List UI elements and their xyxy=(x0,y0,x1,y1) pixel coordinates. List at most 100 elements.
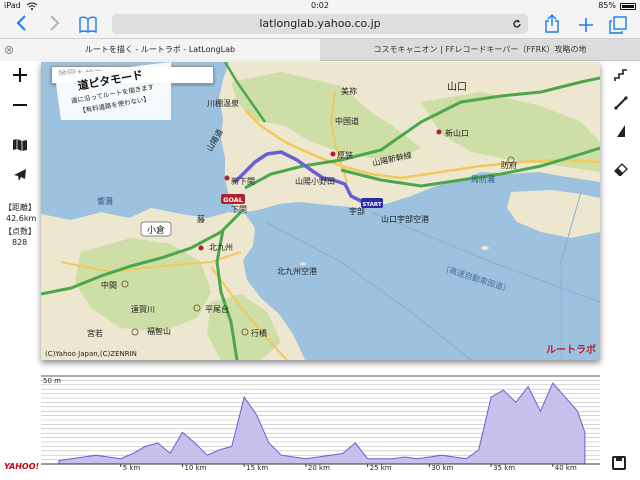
place-label: 中国道 xyxy=(335,116,359,126)
points-label: 【点数】 xyxy=(4,227,36,236)
place-label: 宮若 xyxy=(87,328,103,338)
distance-label: 【距離】 xyxy=(4,203,36,212)
share-icon xyxy=(545,14,559,33)
airplane-button[interactable] xyxy=(8,164,32,186)
place-label: 下関 xyxy=(231,205,247,214)
points-value: 828 xyxy=(12,238,28,247)
road-snap-mode-badge[interactable]: 道ピタモード 道に沿ってルートを描きます 【有料道路を使わない】 xyxy=(41,62,171,120)
place-label: （高速自動車国道） xyxy=(440,262,512,294)
eraser-icon xyxy=(614,163,628,177)
zoom-out-button[interactable] xyxy=(8,94,32,116)
place-label: 北九州空港 xyxy=(277,266,317,276)
ruler-tool-button[interactable] xyxy=(610,92,632,114)
plus-icon xyxy=(13,68,27,82)
forward-button[interactable] xyxy=(42,13,66,37)
place-label: 中間 xyxy=(101,280,117,290)
place-label: 厚狭 xyxy=(337,150,353,160)
x-tick-label: 5 km xyxy=(123,464,141,472)
place-label: 響灘 xyxy=(97,196,113,206)
place-label: 新下関 xyxy=(231,176,255,186)
status-bar: iPad 0:02 85% xyxy=(0,0,640,12)
y-max-label: 50 m xyxy=(43,377,61,385)
map-view[interactable]: GOAL START 川棚温泉 山陽道 美祢 中国道 厚狭 山陽新幹線 山陽小野… xyxy=(41,62,600,360)
ruler-icon xyxy=(614,96,628,110)
x-tick-label: 10 km xyxy=(184,464,206,472)
place-label: 山口宇部空港 xyxy=(381,214,429,224)
x-tick-label: 20 km xyxy=(308,464,330,472)
app-window: iPad 0:02 85% latlonglab.yahoo.co.jp ルート… xyxy=(0,0,640,480)
tab-title: ルートを描く - ルートラボ - LatLongLab xyxy=(84,45,236,54)
wifi-icon xyxy=(27,2,37,10)
plus-icon xyxy=(579,18,593,32)
draw-tool-button[interactable] xyxy=(610,120,632,142)
x-tick-label: 25 km xyxy=(370,464,392,472)
save-button[interactable] xyxy=(612,456,626,470)
elevation-profile[interactable]: 50 m 5 km 10 km 15 km 20 km 25 km 30 km 35 km 40… xyxy=(41,372,600,472)
x-tick-label: 35 km xyxy=(493,464,515,472)
airplane-icon xyxy=(14,169,26,181)
minus-icon xyxy=(13,104,27,106)
place-label: 川棚温泉 xyxy=(207,98,239,108)
tabs-button[interactable] xyxy=(606,13,630,37)
tab-routelab[interactable]: ルートを描く - ルートラボ - LatLongLab xyxy=(0,39,320,61)
close-icon xyxy=(5,46,13,54)
back-button[interactable] xyxy=(10,13,34,37)
city-dot xyxy=(436,129,442,135)
elevation-chart: 50 m 5 km 10 km 15 km 20 km 25 km 30 km 35 km 40… xyxy=(41,375,600,472)
map-type-button[interactable] xyxy=(8,134,32,156)
reload-button[interactable] xyxy=(512,14,522,35)
place-label: 宇部 xyxy=(349,206,365,216)
bookmarks-button[interactable] xyxy=(76,13,100,37)
place-label: 平尾台 xyxy=(205,304,229,314)
goal-marker[interactable]: GOAL xyxy=(221,194,245,204)
place-label: 福智山 xyxy=(147,326,171,336)
chevron-right-icon xyxy=(50,15,60,31)
triangle-icon xyxy=(617,125,625,137)
x-tick-label: 15 km xyxy=(246,464,268,472)
place-label: 北九州 xyxy=(209,243,233,252)
eraser-tool-button[interactable] xyxy=(610,158,632,180)
map-copyright: (C)Yahoo Japan,(C)ZENRIN xyxy=(45,350,137,358)
place-label: 遠賀川 xyxy=(131,304,155,314)
goal-label: GOAL xyxy=(223,196,243,204)
place-label: 小倉 xyxy=(147,224,165,236)
chevron-left-icon xyxy=(16,15,26,31)
tabs-icon xyxy=(609,16,627,34)
left-toolbar: 【距離】 42.6km 【点数】 828 xyxy=(0,62,40,380)
share-button[interactable] xyxy=(540,13,564,37)
battery-fill xyxy=(622,5,634,8)
tab-title: コスモキャニオン | FFレコードキーパー（FFRK）攻略の地 xyxy=(373,45,587,54)
island xyxy=(300,262,306,266)
right-toolbar xyxy=(600,62,640,380)
place-label: 美祢 xyxy=(341,86,357,96)
place-label: 周防灘 xyxy=(471,174,495,184)
place-label: 藤 xyxy=(197,214,205,224)
place-label: 行橋 xyxy=(251,328,267,338)
city-dot xyxy=(198,245,204,251)
sea-route-line xyxy=(264,221,472,360)
place-label: 山陽小野田 xyxy=(295,176,335,186)
battery-icon xyxy=(620,3,636,10)
kokura-label: 小倉 xyxy=(140,221,172,237)
stairs-icon xyxy=(614,69,627,81)
distance-value: 42.6km xyxy=(6,214,37,223)
new-tab-button[interactable] xyxy=(574,13,598,37)
routelab-logo: ルートラボ xyxy=(546,345,596,356)
browser-toolbar: latlonglab.yahoo.co.jp xyxy=(0,12,640,38)
book-icon xyxy=(79,16,97,34)
forest-area xyxy=(207,294,281,360)
island xyxy=(481,246,489,250)
place-label: 山口 xyxy=(447,81,467,93)
place-label: 新山口 xyxy=(445,128,469,138)
address-bar[interactable]: latlonglab.yahoo.co.jp xyxy=(112,14,528,34)
tab-ffrk[interactable]: コスモキャニオン | FFレコードキーパー（FFRK）攻略の地 xyxy=(320,39,640,61)
x-tick-label: 40 km xyxy=(555,464,577,472)
map-icon xyxy=(13,139,27,151)
elevation-area xyxy=(58,382,586,465)
elevation-tool-button[interactable] xyxy=(610,64,632,86)
battery-percent: 85% xyxy=(598,1,616,10)
zoom-in-button[interactable] xyxy=(8,64,32,86)
reload-icon xyxy=(513,19,521,28)
close-tab-button[interactable] xyxy=(5,39,13,63)
land-kunisaki xyxy=(507,190,600,238)
